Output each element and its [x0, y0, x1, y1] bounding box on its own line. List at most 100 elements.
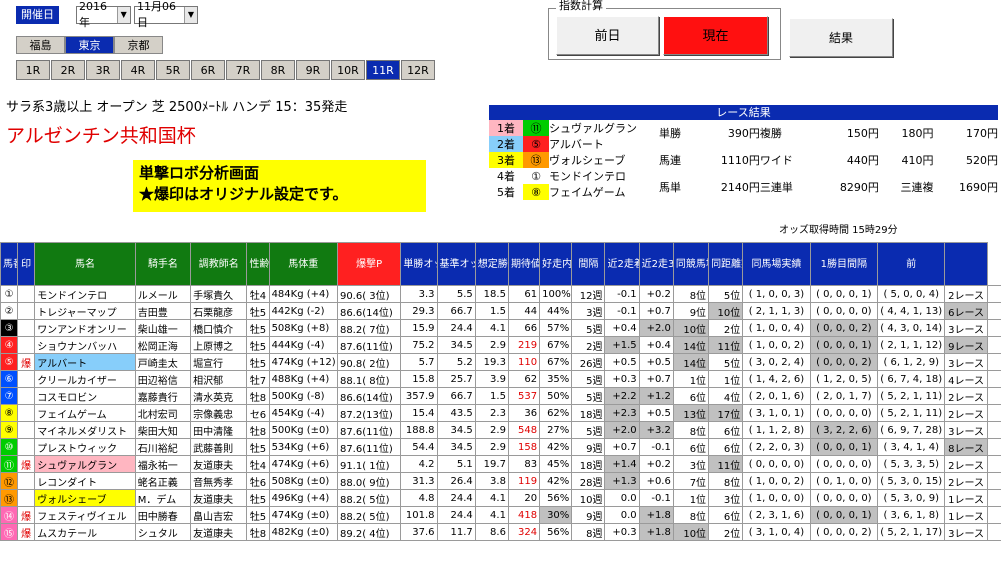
horse-number: ⑨ — [0, 421, 19, 439]
horse-number: ⑤ — [0, 353, 19, 371]
expected-value: 219 — [507, 336, 541, 354]
jockey-name: 田辺裕信 — [134, 370, 192, 388]
table-row[interactable]: ③ ワンアンドオンリー 柴山雄一 橋口慎介 牡5 508Kg (+8) 88.2( 7位) 1… — [0, 319, 1001, 337]
first-win-interval: 4レース — [944, 370, 988, 388]
race-tab-9R[interactable]: 9R — [296, 60, 330, 80]
good-run-rate: 45% — [539, 455, 573, 473]
race-tab-1R[interactable]: 1R — [16, 60, 50, 80]
table-row[interactable]: ⑪ 爆シュヴァルグラン 福永祐一 友道康夫 牡4 474Kg (+6) 91.1( 1位) 4… — [0, 455, 1001, 473]
chevron-down-icon: ▼ — [183, 7, 197, 23]
margin-1: +1.5 — [604, 336, 640, 354]
body-weight: 474Kg (+12) — [268, 353, 338, 371]
table-row[interactable]: ② トレジャーマップ 吉田豊 石栗龍彦 牡5 442Kg (-2) 86.6(14位) 29.… — [0, 302, 1001, 320]
horse-name: ヴォルシェーブ — [34, 489, 136, 507]
table-row[interactable]: ⑬ ヴォルシェーブ M．デム 友道康夫 牡5 496Kg (+4) 88.2( 5位) 4.8… — [0, 489, 1001, 507]
same-going: ( 5, 2, 1, 17) — [877, 523, 946, 541]
mark: 爆 — [17, 523, 36, 541]
table-row[interactable]: ⑧ フェイムゲーム 北村宏司 宗像義忠 セ6 454Kg (-4) 87.2(13位) 15.… — [0, 404, 1001, 422]
corner-2: 6位 — [708, 421, 744, 439]
horse-number: ② — [0, 302, 19, 320]
race-tab-10R[interactable]: 10R — [331, 60, 365, 80]
race-tab-2R[interactable]: 2R — [51, 60, 85, 80]
venue-tab-0[interactable]: 福島 — [16, 36, 65, 54]
prev-day-button[interactable]: 前日 — [556, 16, 659, 55]
expected-value: 83 — [507, 455, 541, 473]
race-tabs: 1R 2R 3R 4R 5R 6R 7R 8R 9R 10R 11R 12R — [16, 60, 436, 80]
first-win-interval: 1レース — [944, 489, 988, 507]
bakugeki-p: 87.6(11位) — [336, 421, 402, 439]
table-row[interactable]: ⑥ クリールカイザー 田辺裕信 相沢郁 牡7 488Kg (+4) 88.1( 8位) 15.… — [0, 370, 1001, 388]
good-run-rate: 27% — [539, 421, 573, 439]
venue-tab-1[interactable]: 東京 — [65, 36, 114, 54]
same-going: ( 5, 3, 0, 15) — [877, 472, 946, 490]
table-row[interactable]: ④ ショウナンバッハ 松岡正海 上原博之 牡5 444Kg (-4) 87.6(11位) 75… — [0, 336, 1001, 354]
first-win-interval: 2レース — [944, 455, 988, 473]
race-tab-8R[interactable]: 8R — [261, 60, 295, 80]
win-odds: 15.4 — [400, 404, 438, 422]
race-tab-7R[interactable]: 7R — [226, 60, 260, 80]
same-going: ( 6, 9, 7, 28) — [877, 421, 946, 439]
est-win-rate: 18.5 — [474, 285, 509, 303]
margin-2: +1.8 — [638, 523, 674, 541]
horse-name: マイネルメダリスト — [34, 421, 136, 439]
corner-1: 6位 — [672, 387, 710, 405]
table-row[interactable]: ⑩ プレストウィック 石川裕紀 武藤善則 牡5 534Kg (+6) 87.6(11位) 54… — [0, 438, 1001, 456]
corner-1: 3位 — [672, 455, 710, 473]
table-row[interactable]: ⑦ コスモロビン 嘉藤貴行 清水英克 牡8 500Kg (-8) 86.6(14位) 357.… — [0, 387, 1001, 405]
table-row[interactable]: ⑮ 爆ムスカテール シュタル 友道康夫 牡8 482Kg (±0) 89.2( 4位) 37.… — [0, 523, 1001, 541]
table-row[interactable]: ⑭ 爆フェスティヴイェル 田中勝春 畠山吉宏 牡5 474Kg (±0) 88.2( 5位)… — [0, 506, 1001, 524]
race-tab-11R[interactable]: 11R — [366, 60, 400, 80]
extra — [986, 285, 1001, 303]
interval: 26週 — [571, 353, 606, 371]
same-distance: ( 2, 0, 1, 7) — [809, 387, 879, 405]
mark: 爆 — [17, 455, 36, 473]
trainer-name: 上原博之 — [190, 336, 248, 354]
same-going: ( 5, 3, 0, 9) — [877, 489, 946, 507]
year-value: 2016年 — [79, 0, 107, 29]
year-select[interactable]: 2016年 ▼ — [76, 0, 131, 29]
corner-1: 10位 — [672, 523, 710, 541]
body-weight: 496Kg (+4) — [268, 489, 338, 507]
jockey-name: ルメール — [134, 285, 192, 303]
margin-1: +0.3 — [604, 523, 640, 541]
expected-value: 66 — [507, 319, 541, 337]
race-tab-3R[interactable]: 3R — [86, 60, 120, 80]
race-tab-6R[interactable]: 6R — [191, 60, 225, 80]
expected-value: 36 — [507, 404, 541, 422]
venue-tab-2[interactable]: 京都 — [114, 36, 163, 54]
table-row[interactable]: ① モンドインテロ ルメール 手塚貴久 牡4 484Kg (+4) 90.6( 3位) 3.3… — [0, 285, 1001, 303]
base-odds: 34.5 — [436, 438, 476, 456]
result-button[interactable]: 結果 — [789, 18, 893, 57]
sex-age: 牡5 — [246, 336, 270, 354]
table-row[interactable]: ⑨ マイネルメダリスト 柴田大知 田中清隆 牡8 500Kg (±0) 87.6(11位) 1… — [0, 421, 1001, 439]
race-tab-5R[interactable]: 5R — [156, 60, 190, 80]
table-row[interactable]: ⑤ 爆アルバート 戸崎圭太 堀宣行 牡5 474Kg (+12) 90.8( 2位) 5.7 5… — [0, 353, 1001, 371]
body-weight: 508Kg (±0) — [268, 472, 338, 490]
corner-1: 14位 — [672, 353, 710, 371]
horse-name: プレストウィック — [34, 438, 136, 456]
race-tab-12R[interactable]: 12R — [401, 60, 435, 80]
col-header-11: 期待値 — [507, 242, 541, 286]
same-going: ( 4, 4, 1, 13) — [877, 302, 946, 320]
first-win-interval: 8レース — [944, 438, 988, 456]
current-button[interactable]: 現在 — [663, 16, 768, 55]
table-row[interactable]: ⑫ レコンダイト 蛯名正義 音無秀孝 牡6 508Kg (±0) 88.0( 9位) 31.3… — [0, 472, 1001, 490]
est-win-rate: 2.9 — [474, 438, 509, 456]
base-odds: 43.5 — [436, 404, 476, 422]
corner-1: 7位 — [672, 472, 710, 490]
payout-row: 単勝 390円 複勝 150円 180円 170円 — [659, 120, 998, 147]
odds-time: オッズ取得時間 15時29分 — [779, 225, 898, 236]
est-win-rate: 8.6 — [474, 523, 509, 541]
expected-value: 537 — [507, 387, 541, 405]
first-win-interval: 2レース — [944, 387, 988, 405]
placing-number: ⑬ — [523, 152, 549, 168]
same-distance: ( 0, 0, 0, 2) — [809, 523, 879, 541]
monthday-select[interactable]: 11月06日 ▼ — [134, 0, 198, 29]
race-tab-4R[interactable]: 4R — [121, 60, 155, 80]
jockey-name: 松岡正海 — [134, 336, 192, 354]
interval: 18週 — [571, 455, 606, 473]
jockey-name: 戸崎圭太 — [134, 353, 192, 371]
same-course: ( 3, 1, 0, 1) — [742, 404, 811, 422]
body-weight: 508Kg (+8) — [268, 319, 338, 337]
col-header-12: 好走内勝率 — [539, 242, 573, 286]
